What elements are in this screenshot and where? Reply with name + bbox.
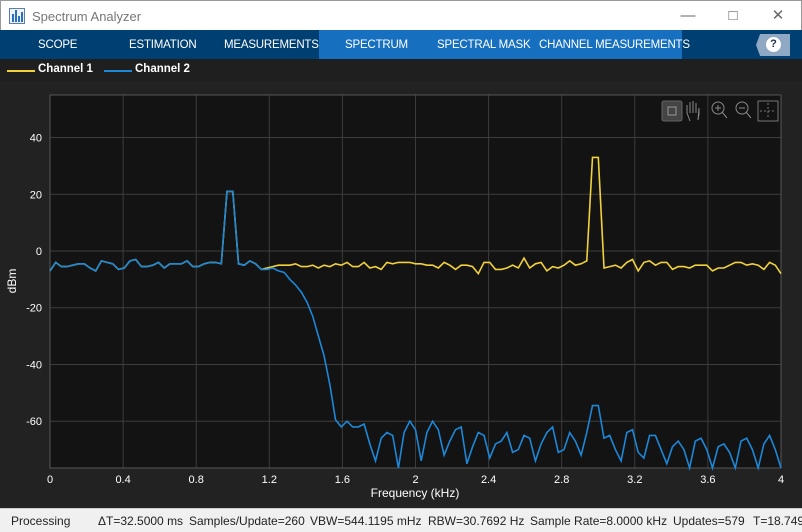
legend-item-channel-1[interactable]: Channel 1 xyxy=(38,63,93,75)
status-state: Processing xyxy=(11,514,71,528)
toolstrip: SCOPE ESTIMATION MEASUREMENTS SPECTRUM S… xyxy=(0,30,802,59)
status-rbw: RBW=30.7692 Hz xyxy=(428,514,525,528)
spectrum-chart-icon xyxy=(9,8,25,24)
tab-measurements[interactable]: MEASUREMENTS xyxy=(224,39,319,51)
data-cursor-icon[interactable] xyxy=(661,100,683,122)
status-time: T=18.749 xyxy=(753,514,802,528)
legend-line-channel-2 xyxy=(104,70,132,72)
x-tick-label: 2.4 xyxy=(481,474,496,486)
tab-estimation[interactable]: ESTIMATION xyxy=(129,39,197,51)
legend-item-channel-2[interactable]: Channel 2 xyxy=(135,63,190,75)
tab-channel-measurements[interactable]: CHANNEL MEASUREMENTS xyxy=(539,39,690,51)
status-sample-rate: Sample Rate=8.0000 kHz xyxy=(530,514,668,528)
x-tick-label: 0 xyxy=(47,474,53,486)
legend: Channel 1 Channel 2 xyxy=(0,59,802,81)
maximize-icon[interactable]: □ xyxy=(718,5,748,27)
title-bar: Spectrum Analyzer — □ ✕ xyxy=(0,0,802,30)
x-tick-label: 2 xyxy=(412,474,418,486)
x-tick-label: 3.6 xyxy=(700,474,715,486)
window-title: Spectrum Analyzer xyxy=(32,9,142,24)
tab-spectrum[interactable]: SPECTRUM xyxy=(345,39,408,51)
y-tick-label: -20 xyxy=(26,303,42,315)
spectrum-chart[interactable]: 0 0.4 0.8 1.2 1.6 2 2.4 2.8 3.2 3.6 4 40 20 0 -20 -40 -6… xyxy=(0,81,802,508)
y-tick-label: -40 xyxy=(26,359,42,371)
x-axis-label: Frequency (kHz) xyxy=(371,486,460,500)
x-tick-label: 1.6 xyxy=(335,474,350,486)
y-tick-label: -60 xyxy=(26,416,42,428)
tab-spectral-mask[interactable]: SPECTRAL MASK xyxy=(437,39,531,51)
y-tick-label: 0 xyxy=(36,246,42,258)
x-tick-label: 0.8 xyxy=(189,474,204,486)
minimize-icon[interactable]: — xyxy=(673,5,703,27)
close-icon[interactable]: ✕ xyxy=(763,5,793,27)
x-tick-label: 2.8 xyxy=(554,474,569,486)
x-tick-label: 4 xyxy=(778,474,784,486)
status-samples-per-update: Samples/Update=260 xyxy=(189,514,305,528)
x-tick-label: 1.2 xyxy=(262,474,277,486)
help-icon: ? xyxy=(766,37,781,52)
x-tick-label: 0.4 xyxy=(115,474,130,486)
status-vbw: VBW=544.1195 mHz xyxy=(310,514,422,528)
help-button[interactable]: ? xyxy=(756,34,790,56)
plot-panel: 0 0.4 0.8 1.2 1.6 2 2.4 2.8 3.2 3.6 4 40 20 0 -20 -40 -6… xyxy=(0,81,802,508)
x-tick-label: 3.2 xyxy=(627,474,642,486)
legend-line-channel-1 xyxy=(7,70,35,72)
y-tick-label: 40 xyxy=(30,133,42,145)
status-updates: Updates=579 xyxy=(673,514,745,528)
status-bar: Processing ΔT=32.5000 ms Samples/Update=… xyxy=(0,508,802,532)
status-delta-t: ΔT=32.5000 ms xyxy=(98,514,184,528)
y-tick-label: 20 xyxy=(30,189,42,201)
tab-scope[interactable]: SCOPE xyxy=(38,39,77,51)
y-axis-label: dBm xyxy=(5,269,19,294)
